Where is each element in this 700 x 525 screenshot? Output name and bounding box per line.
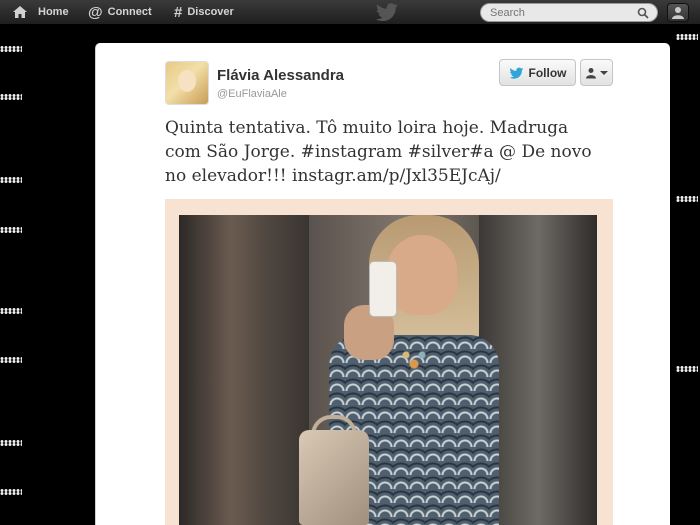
sparkle: [0, 227, 22, 233]
photo-face: [387, 235, 457, 315]
tweet-text-line2: com São Jorge.: [165, 142, 301, 162]
sparkle: [0, 308, 22, 314]
at-sign-icon: @: [88, 3, 103, 21]
twitter-bird-icon[interactable]: [375, 3, 399, 21]
user-screen-name[interactable]: @EuFlaviaAle: [217, 88, 287, 100]
sparkle: [676, 196, 698, 202]
nav-discover[interactable]: # Discover: [174, 0, 234, 25]
sparkle: [0, 440, 22, 446]
nav-discover-label: Discover: [187, 6, 234, 18]
user-actions-dropdown[interactable]: [580, 59, 613, 86]
nav-connect[interactable]: @ Connect: [88, 0, 152, 25]
background-pattern-left: [0, 26, 95, 525]
tweet-text-after-tags: @ De novo: [493, 142, 592, 162]
account-menu-button[interactable]: [667, 3, 689, 22]
photo-image: [179, 215, 597, 525]
sparkle: [676, 34, 698, 40]
sparkle: [676, 366, 698, 372]
sparkle: [0, 177, 22, 183]
user-icon: [672, 7, 684, 19]
user-icon: [586, 67, 596, 78]
photo-bag: [299, 430, 369, 525]
follow-button[interactable]: Follow: [499, 59, 576, 86]
instagram-link[interactable]: instagr.am/p/Jxl35EJcAj/: [292, 166, 501, 186]
nav-home-label: Home: [38, 6, 69, 18]
user-full-name[interactable]: Flávia Alessandra: [217, 67, 344, 84]
sparkle: [0, 357, 22, 363]
avatar[interactable]: [165, 61, 209, 105]
tweet-photo[interactable]: [165, 199, 613, 525]
search-icon[interactable]: [637, 7, 649, 19]
hashtag-instagram-link[interactable]: #instagram: [301, 142, 403, 162]
search-box[interactable]: [480, 3, 658, 22]
sparkle: [0, 46, 22, 52]
follow-button-label: Follow: [528, 65, 567, 80]
twitter-bird-icon: [509, 67, 523, 79]
caret-down-icon: [600, 70, 608, 75]
tweet-card: Flávia Alessandra @EuFlaviaAle Follow Qu…: [95, 43, 670, 525]
nav-home[interactable]: Home: [12, 0, 69, 25]
home-icon: [13, 6, 27, 18]
tweet-text: Quinta tentativa. Tô muito loira hoje. M…: [165, 116, 615, 188]
sparkle: [0, 489, 22, 495]
tweet-text-line3: no elevador!!!: [165, 166, 293, 186]
avatar-face: [178, 70, 196, 92]
background-pattern-right: [670, 26, 700, 525]
top-navigation-bar: Home @ Connect # Discover: [0, 0, 700, 25]
hashtag-silver-link[interactable]: #silver#a: [408, 142, 494, 162]
photo-phone: [369, 261, 397, 317]
sparkle: [0, 94, 22, 100]
nav-connect-label: Connect: [107, 6, 152, 18]
search-input[interactable]: [481, 6, 631, 19]
hashtag-icon: #: [174, 3, 183, 21]
tweet-text-line1: Quinta tentativa. Tô muito loira hoje. M…: [165, 118, 569, 138]
elevator-wall-left: [179, 215, 309, 525]
